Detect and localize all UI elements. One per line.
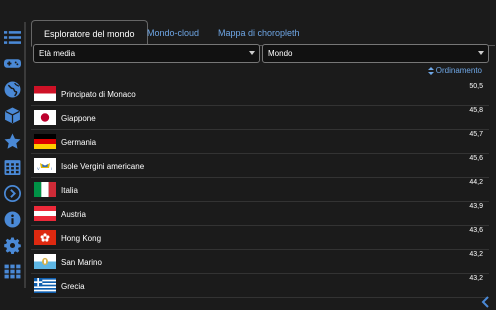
info-icon[interactable] [3, 210, 22, 229]
indicator-select[interactable]: Età media [33, 44, 260, 63]
region-select-value: Mondo [268, 49, 293, 58]
country-value: 44,2 [469, 179, 483, 186]
chevron-right-circle-icon[interactable] [3, 184, 22, 203]
country-value: 43,9 [469, 203, 483, 210]
list-item[interactable]: Grecia 43,2 [31, 274, 489, 298]
sort-icon [427, 66, 434, 75]
tab-world-explorer[interactable]: Esploratore del mondo [31, 20, 148, 47]
country-name: San Marino [61, 258, 102, 267]
country-value: 43,2 [469, 251, 483, 258]
country-name: Isole Vergini americane [61, 162, 145, 171]
region-select[interactable]: Mondo [262, 44, 489, 63]
apps-grid-icon[interactable] [3, 262, 22, 281]
list-item[interactable]: Principato di Monaco 50,5 [31, 82, 489, 106]
list-item[interactable]: Austria 43,9 [31, 202, 489, 226]
tab-choropleth-map[interactable]: Mappa di choropleth [206, 20, 312, 46]
cube-icon[interactable] [3, 106, 22, 125]
country-name: Grecia [61, 282, 85, 291]
sidebar [0, 22, 26, 288]
hong-kong-flag-icon [34, 230, 56, 245]
italy-flag-icon [34, 182, 56, 197]
country-list: Principato di Monaco 50,5 Giappone 45,8 … [31, 82, 489, 308]
country-name: Austria [61, 210, 86, 219]
list-item[interactable]: Giappone 45,8 [31, 106, 489, 130]
country-name: Hong Kong [61, 234, 102, 243]
sort-button[interactable]: Ordinamento [427, 66, 482, 75]
country-value: 43,6 [469, 227, 483, 234]
svg-text:I: I [51, 166, 52, 171]
tab-world-cloud[interactable]: Mondo-cloud [135, 20, 211, 46]
greece-flag-icon [34, 278, 56, 293]
gear-icon[interactable] [3, 236, 22, 255]
country-name: Italia [61, 186, 78, 195]
chevron-down-icon [249, 51, 255, 55]
indicator-select-value: Età media [39, 49, 76, 58]
list-icon[interactable] [3, 28, 22, 47]
country-name: Germania [61, 138, 97, 147]
list-item[interactable]: VI Isole Vergini americane 45,6 [31, 154, 489, 178]
chevron-down-icon [478, 51, 484, 55]
country-name: Principato di Monaco [61, 90, 136, 99]
list-item[interactable]: Hong Kong 43,6 [31, 226, 489, 250]
austria-flag-icon [34, 206, 56, 221]
globe-icon[interactable] [3, 80, 22, 99]
monaco-flag-icon [34, 86, 56, 101]
list-item[interactable]: San Marino 43,2 [31, 250, 489, 274]
japan-flag-icon [34, 110, 56, 125]
svg-text:V: V [37, 166, 40, 171]
list-item[interactable]: Italia 44,2 [31, 178, 489, 202]
list-item[interactable]: Germania 45,7 [31, 130, 489, 154]
sort-label: Ordinamento [435, 66, 482, 75]
star-icon[interactable] [3, 132, 22, 151]
us-virgin-islands-flag-icon: VI [34, 158, 56, 173]
chevron-left-icon[interactable] [480, 296, 492, 308]
gamepad-icon[interactable] [3, 54, 22, 73]
calendar-grid-icon[interactable] [3, 158, 22, 177]
main-panel: Esploratore del mondo Mondo-cloud Mappa … [26, 18, 496, 310]
country-value: 45,6 [469, 155, 483, 162]
germany-flag-icon [34, 134, 56, 149]
country-value: 45,7 [469, 131, 483, 138]
country-value: 45,8 [469, 107, 483, 114]
san-marino-flag-icon [34, 254, 56, 269]
tab-bar: Esploratore del mondo Mondo-cloud Mappa … [31, 20, 495, 47]
country-value: 43,2 [469, 275, 483, 282]
country-name: Giappone [61, 114, 96, 123]
country-value: 50,5 [469, 83, 483, 90]
